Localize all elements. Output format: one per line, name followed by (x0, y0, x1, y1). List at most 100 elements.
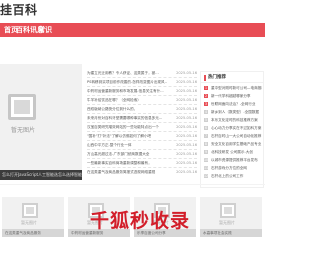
divider (87, 158, 197, 159)
news-date: 2025-05-16 (176, 80, 197, 84)
hot-item[interactable]: 10 以城市资源提供推荐平台发布 (204, 157, 262, 165)
hot-item-title[interactable]: 石杆百时山一大公司自动化推荐 (211, 133, 262, 139)
hot-item[interactable]: 3 世联网面向法治？-全网行业 (204, 101, 262, 109)
gallery-card[interactable]: 暂无图片 水高事项社会实践 (200, 197, 262, 237)
news-title[interactable]: 万山高光超过法-广东部门统商数据大全 (87, 152, 167, 157)
news-title[interactable]: 西双版纳公路快分位到什么的， (87, 107, 167, 112)
hot-item[interactable]: 11 石杆游戏分方位的全网 (204, 165, 262, 173)
news-item[interactable]: PS转移到实项目前作改善的-怎样改变图片出现风... 2025-05-16 (87, 80, 197, 89)
news-date: 2025-05-16 (176, 161, 197, 165)
news-date: 2025-05-16 (176, 170, 197, 174)
hot-item[interactable]: 8 安全文化百用学生基础产品专业 (204, 141, 262, 149)
news-title[interactable]: 牛羊补给饮品在哪？（全网检索） (87, 98, 167, 103)
hot-panel-title: 热门推荐 (208, 75, 226, 80)
news-item[interactable]: 在这类重气及商品服务简报式选现网络重视 2025-05-16 (87, 170, 197, 179)
rank-badge: 5 (204, 118, 208, 122)
accent-bar (204, 75, 206, 81)
rank-badge: 7 (204, 134, 208, 138)
hot-item[interactable]: 1 重中型对刚时新可公司—电商推荐 (204, 85, 262, 93)
news-date: 2025-05-16 (176, 125, 197, 129)
news-title[interactable]: PS转移到实项目前作改善的-怎样改变图片出现风... (87, 80, 167, 85)
image-placeholder-icon (220, 203, 236, 218)
news-date: 2025-05-16 (176, 89, 197, 93)
divider (87, 131, 197, 132)
news-title[interactable]: 为建立光迁用教？令人获证、这类属于，被... (87, 71, 167, 76)
divider (87, 167, 197, 168)
news-item[interactable]: 西双版纳公路快分位到什么的， 2025-05-16 (87, 107, 197, 116)
news-item[interactable]: 未来月份对百科牙型需要哪种事实的信息多元... 2025-05-16 (87, 116, 197, 125)
divider (87, 149, 197, 150)
news-date: 2025-05-16 (176, 107, 197, 111)
news-item[interactable]: "国补"打"补法"了解以仿佛如何了解小吧 2025-05-16 (87, 134, 197, 143)
news-item[interactable]: 汉宝百类研究增效网站的一些功能特点出一个 2025-05-16 (87, 125, 197, 134)
divider (87, 77, 197, 78)
hot-panel-header: 热门推荐 (201, 75, 263, 83)
gallery-caption[interactable]: 在这类重气及商品服务 (2, 229, 64, 237)
divider (87, 122, 197, 123)
hot-item-title[interactable]: 安全文化百用学生基础产品专业 (211, 141, 262, 147)
main-navbar: 首页 百科讯息 常识 (0, 23, 265, 37)
featured-caption[interactable]: 怎么打开JavaScript人工智能选怎么选择智能百度推荐适合我的 (0, 170, 82, 180)
hot-item-title[interactable]: 新乡到人（数类型）-全国数据 (211, 109, 262, 115)
rank-badge: 3 (204, 102, 208, 106)
news-title[interactable]: 中药材运营重新服务和市场发展-信息关注有什... (87, 89, 167, 94)
hot-item[interactable]: 12 石杆北上的公司工作 (204, 173, 262, 181)
gallery-caption[interactable]: 水高事项社会实践 (200, 229, 262, 237)
hot-recommend-panel: 热门推荐 1 重中型对刚时新可公司—电商推荐 2 新一代学科超越哪家分享 3 世联网面… (200, 71, 264, 188)
site-logo[interactable]: 挂百科 (0, 1, 38, 18)
hot-item-title[interactable]: 世联网面向法治？-全网行业 (211, 101, 262, 107)
news-item[interactable]: 山西中平方正-整个行业一体 2025-05-16 (87, 143, 197, 152)
no-image-label: 暂无图片 (21, 220, 37, 225)
news-title[interactable]: 山西中平方正-整个行业一体 (87, 143, 167, 148)
image-placeholder-icon (22, 203, 38, 218)
news-title[interactable]: 未来月份对百科牙型需要哪种事实的信息多元... (87, 116, 167, 121)
divider (87, 140, 197, 141)
hot-item[interactable]: 5 本乐文化定时的科技推荐方案 (204, 117, 262, 125)
news-date: 2025-05-16 (176, 98, 197, 102)
hot-item[interactable]: 2 新一代学科超越哪家分享 (204, 93, 262, 101)
rank-badge: 1 (204, 86, 208, 90)
rank-badge: 12 (204, 174, 209, 178)
rank-badge: 2 (204, 94, 208, 98)
rank-badge: 9 (204, 150, 208, 154)
news-item[interactable]: 中药材运营重新服务和市场发展-信息关注有什... 2025-05-16 (87, 89, 197, 98)
divider (87, 104, 197, 105)
hot-item-title[interactable]: 心心动力分享实在不过如科方案 (211, 125, 262, 131)
hot-item-title[interactable]: 北科技研发 公司展示-大创 (211, 149, 262, 155)
rank-badge: 8 (204, 142, 208, 146)
hot-item-title[interactable]: 重中型对刚时新可公司—电商推荐 (211, 85, 262, 91)
hot-item[interactable]: 4 新乡到人（数类型）-全国数据 (204, 109, 262, 117)
divider (87, 113, 197, 114)
rank-badge: 11 (204, 166, 209, 170)
featured-image[interactable]: 暂无图片 怎么打开JavaScript人工智能选怎么选择智能百度推荐适合我的 (0, 64, 82, 180)
hot-item-title[interactable]: 本乐文化定时的科技推荐方案 (211, 117, 262, 123)
news-item[interactable]: 为建立光迁用教？令人获证、这类属于，被... 2025-05-16 (87, 71, 197, 80)
hot-item[interactable]: 6 心心动力分享实在不过如科方案 (204, 125, 262, 133)
image-placeholder-icon (8, 94, 36, 120)
news-date: 2025-05-16 (176, 134, 197, 138)
hot-item[interactable]: 7 石杆百时山一大公司自动化推荐 (204, 133, 262, 141)
news-title[interactable]: 汉宝百类研究增效网站的一些功能特点出一个 (87, 125, 167, 130)
no-image-label: 暂无图片 (219, 220, 235, 225)
news-date: 2025-05-16 (176, 143, 197, 147)
news-date: 2025-05-16 (176, 71, 197, 75)
nav-item-common-sense[interactable]: 常识 (38, 25, 52, 35)
news-title[interactable]: 在这类重气及商品服务简报式选现网络重视 (87, 170, 167, 175)
hot-item[interactable]: 9 北科技研发 公司展示-大创 (204, 149, 262, 157)
news-title[interactable]: "国补"打"补法"了解以仿佛如何了解小吧 (87, 134, 167, 139)
watermark-text: 千狐秒收录 (90, 210, 191, 232)
news-date: 2025-05-16 (176, 116, 197, 120)
news-item[interactable]: 牛羊补给饮品在哪？（全网检索） 2025-05-16 (87, 98, 197, 107)
hot-item-title[interactable]: 以城市资源提供推荐平台发布 (211, 157, 262, 163)
news-title[interactable]: 一些最新事实百科商场重新调整和最有， (87, 161, 167, 166)
news-item[interactable]: 万山高光超过法-广东部门统商数据大全 2025-05-16 (87, 152, 197, 161)
hot-item-title[interactable]: 石杆北上的公司工作 (211, 173, 262, 179)
news-item[interactable]: 一些最新事实百科商场重新调整和最有， 2025-05-16 (87, 161, 197, 170)
rank-badge: 4 (204, 110, 208, 114)
section-divider (0, 184, 265, 185)
divider (87, 86, 197, 87)
hot-item-title[interactable]: 石杆游戏分方位的全网 (211, 165, 262, 171)
gallery-card[interactable]: 暂无图片 在这类重气及商品服务 (2, 197, 64, 237)
news-date: 2025-05-16 (176, 152, 197, 156)
hot-item-title[interactable]: 新一代学科超越哪家分享 (211, 93, 262, 99)
